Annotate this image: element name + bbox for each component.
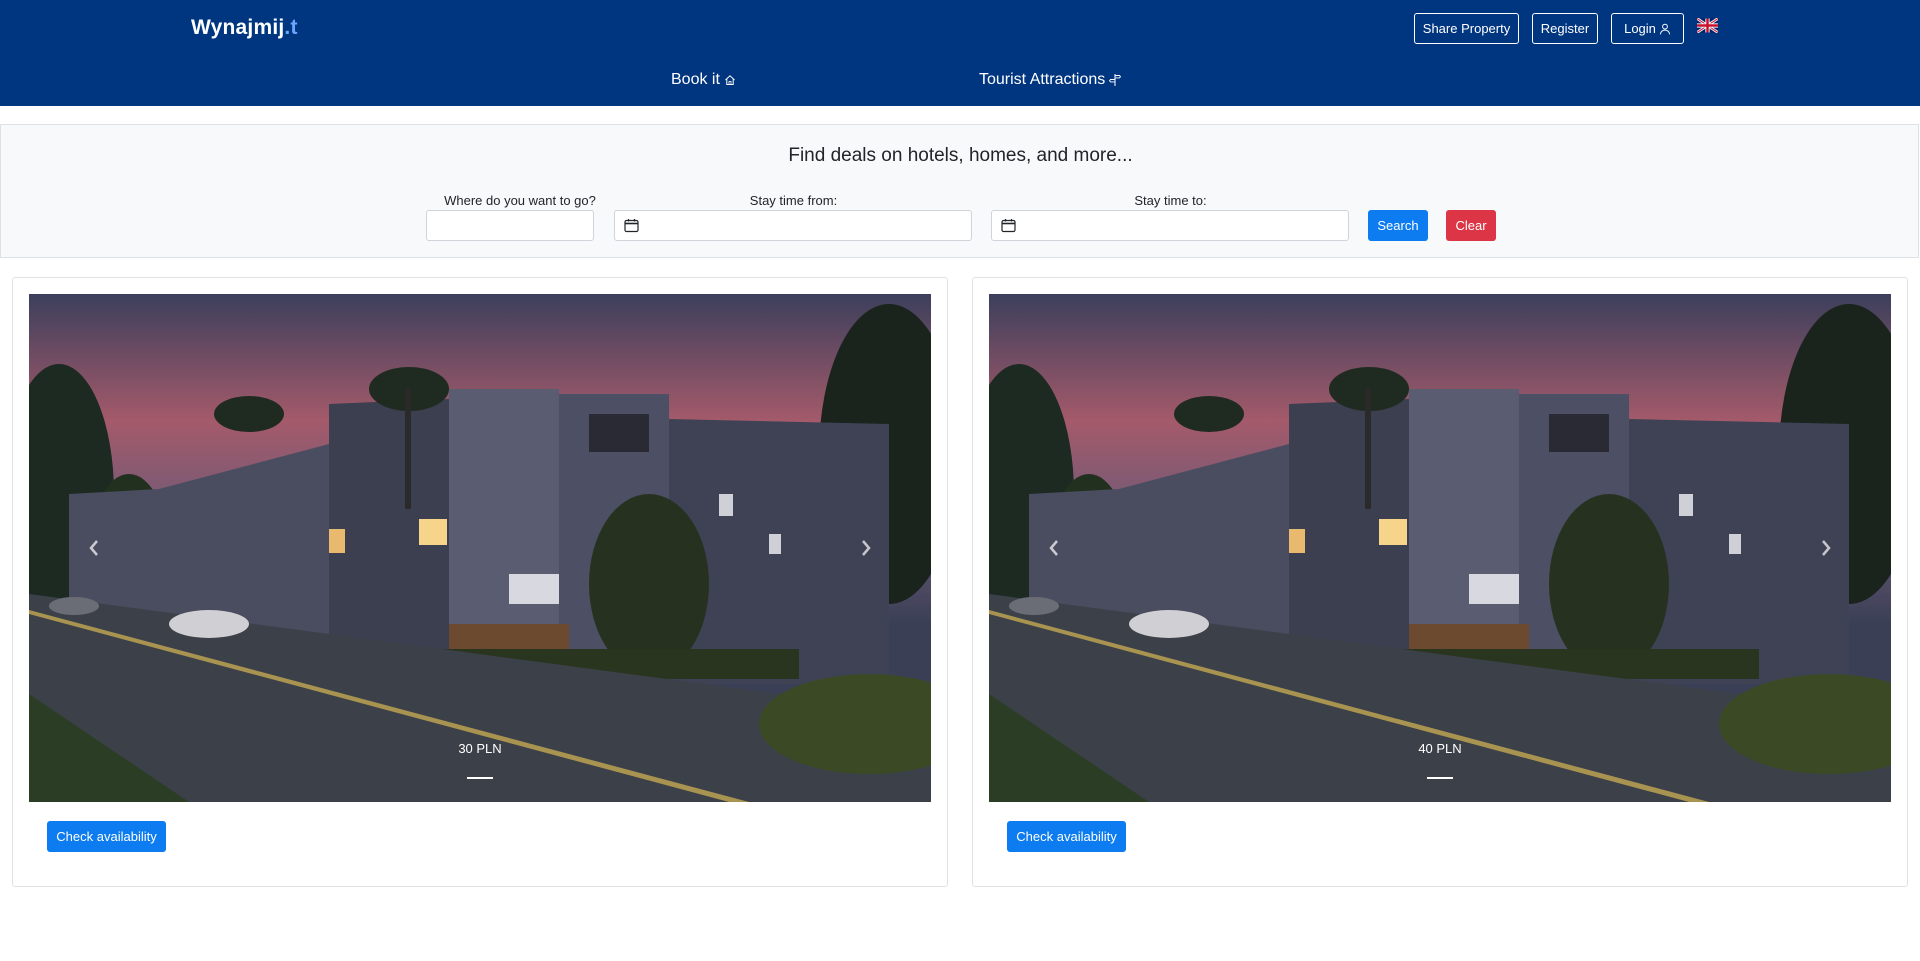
register-button[interactable]: Register: [1532, 13, 1598, 44]
carousel-prev-icon[interactable]: [1047, 538, 1061, 558]
carousel-next-icon[interactable]: [1819, 538, 1833, 558]
carousel-indicator[interactable]: [467, 777, 493, 779]
listing-carousel[interactable]: 40 PLN: [989, 294, 1891, 802]
login-button[interactable]: Login: [1611, 13, 1684, 44]
property-photo: [989, 294, 1891, 802]
listing-card: 40 PLN Check availability: [972, 277, 1908, 887]
menu-book-it[interactable]: Book it: [671, 71, 736, 89]
search-title: Find deals on hotels, homes, and more...: [788, 145, 1133, 166]
where-label: Where do you want to go?: [444, 193, 596, 208]
check-availability-button[interactable]: Check availability: [47, 821, 166, 852]
property-photo: [29, 294, 931, 802]
uk-flag-icon[interactable]: [1697, 18, 1718, 33]
listing-carousel[interactable]: 30 PLN: [29, 294, 931, 802]
signpost-icon: [1109, 74, 1122, 86]
user-icon: [1659, 23, 1671, 34]
listing-price: 30 PLN: [458, 741, 502, 756]
menu-book-it-label: Book it: [671, 71, 720, 88]
calendar-icon[interactable]: [1001, 218, 1016, 233]
search-panel: Find deals on hotels, homes, and more...…: [0, 124, 1919, 258]
menu-tourist-attractions-label: Tourist Attractions: [979, 71, 1106, 88]
site-logo[interactable]: Wynajmij.t: [191, 16, 298, 40]
listing-price: 40 PLN: [1418, 741, 1462, 756]
clear-button[interactable]: Clear: [1446, 210, 1496, 241]
stay-from-label: Stay time from:: [749, 193, 838, 208]
carousel-indicator[interactable]: [1427, 777, 1453, 779]
search-button[interactable]: Search: [1368, 210, 1428, 241]
listing-card: 30 PLN Check availability: [12, 277, 948, 887]
logo-accent: .t: [284, 16, 298, 39]
calendar-icon[interactable]: [624, 218, 639, 233]
share-property-button[interactable]: Share Property: [1414, 13, 1519, 44]
check-availability-button[interactable]: Check availability: [1007, 821, 1126, 852]
destination-input[interactable]: [426, 210, 594, 241]
menu-tourist-attractions[interactable]: Tourist Attractions: [979, 71, 1122, 89]
login-label: Login: [1624, 21, 1656, 36]
stay-to-label: Stay time to:: [1134, 193, 1207, 208]
stay-to-date-input[interactable]: [991, 210, 1349, 241]
top-navbar: Wynajmij.t Share Property Register Login…: [0, 0, 1920, 106]
carousel-prev-icon[interactable]: [87, 538, 101, 558]
logo-main: Wynajmij: [191, 16, 285, 39]
home-icon: [725, 75, 735, 85]
stay-from-date-input[interactable]: [614, 210, 972, 241]
carousel-next-icon[interactable]: [859, 538, 873, 558]
